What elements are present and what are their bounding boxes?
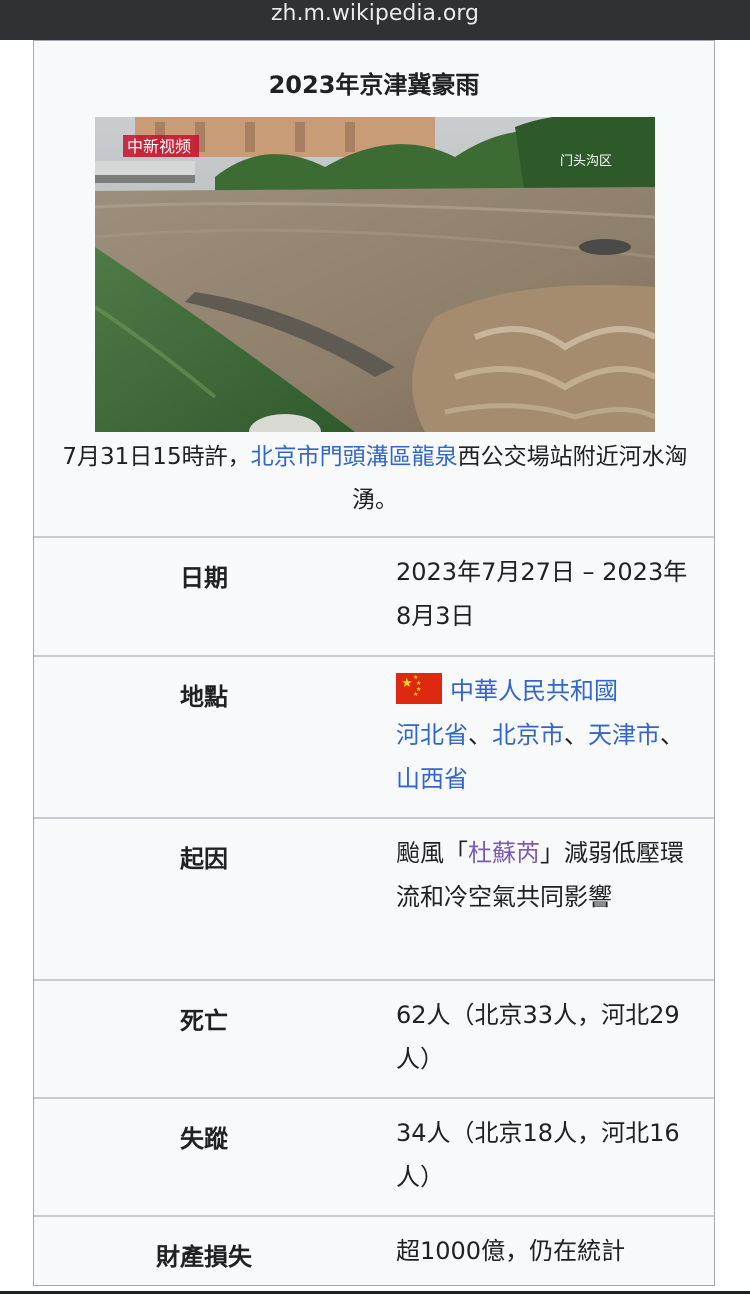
value-deaths: 62人（北京33人，河北29人） [396, 1001, 680, 1073]
row-location: 地點 ★ ★ ★ ★ ★ 中華人民共和國 河北省、北京市、天津市、山西省 [34, 655, 714, 817]
infobox-title: 2023年京津冀豪雨 [268, 71, 480, 99]
image-caption: 7月31日15時許，北京市門頭溝區龍泉西公交場站附近河水洶湧。 [62, 444, 688, 513]
value-missing: 34人（北京18人，河北16人） [396, 1119, 680, 1191]
label-location: 地點 [180, 683, 228, 711]
link-beijing[interactable]: 北京市 [492, 721, 564, 749]
link-hebei[interactable]: 河北省 [396, 721, 468, 749]
row-deaths: 死亡 62人（北京33人，河北29人） [34, 979, 714, 1097]
row-damage: 財產損失 超1000億，仍在統計 [34, 1215, 714, 1285]
browser-url-bar[interactable]: zh.m.wikipedia.org [0, 0, 750, 40]
url-text: zh.m.wikipedia.org [270, 1, 479, 26]
value-date: 2023年7月27日 – 2023年8月3日 [396, 558, 688, 630]
label-date: 日期 [180, 564, 228, 592]
link-doksuri[interactable]: 杜蘇芮 [468, 839, 540, 867]
row-missing: 失蹤 34人（北京18人，河北16人） [34, 1097, 714, 1215]
value-damage: 超1000億，仍在統計 [396, 1237, 626, 1265]
caption-link[interactable]: 北京市門頭溝區龍泉 [251, 444, 458, 470]
label-missing: 失蹤 [180, 1125, 228, 1153]
infobox: 2023年京津冀豪雨 中新视频 门头沟区 7月31日15時許，北京市門頭溝區龍泉… [33, 40, 715, 1286]
label-cause: 起因 [180, 845, 228, 873]
watermark-logo: 中新视频 [127, 137, 191, 156]
china-flag-icon: ★ ★ ★ ★ ★ [396, 673, 442, 704]
flood-photo[interactable]: 中新视频 门头沟区 [95, 117, 655, 432]
watermark-location: 门头沟区 [560, 154, 612, 169]
label-deaths: 死亡 [180, 1007, 228, 1035]
value-location: ★ ★ ★ ★ ★ 中華人民共和國 河北省、北京市、天津市、山西省 [396, 673, 684, 793]
link-tianjin[interactable]: 天津市 [588, 721, 660, 749]
label-damage: 財產損失 [156, 1243, 252, 1271]
value-cause: 颱風「杜蘇芮」減弱低壓環流和冷空氣共同影響 [396, 839, 684, 911]
link-shanxi[interactable]: 山西省 [396, 765, 468, 793]
flood-photo-illustration: 中新视频 门头沟区 [95, 117, 655, 432]
row-date: 日期 2023年7月27日 – 2023年8月3日 [34, 536, 714, 655]
row-cause: 起因 颱風「杜蘇芮」減弱低壓環流和冷空氣共同影響 [34, 817, 714, 979]
link-country[interactable]: 中華人民共和國 [450, 677, 618, 705]
